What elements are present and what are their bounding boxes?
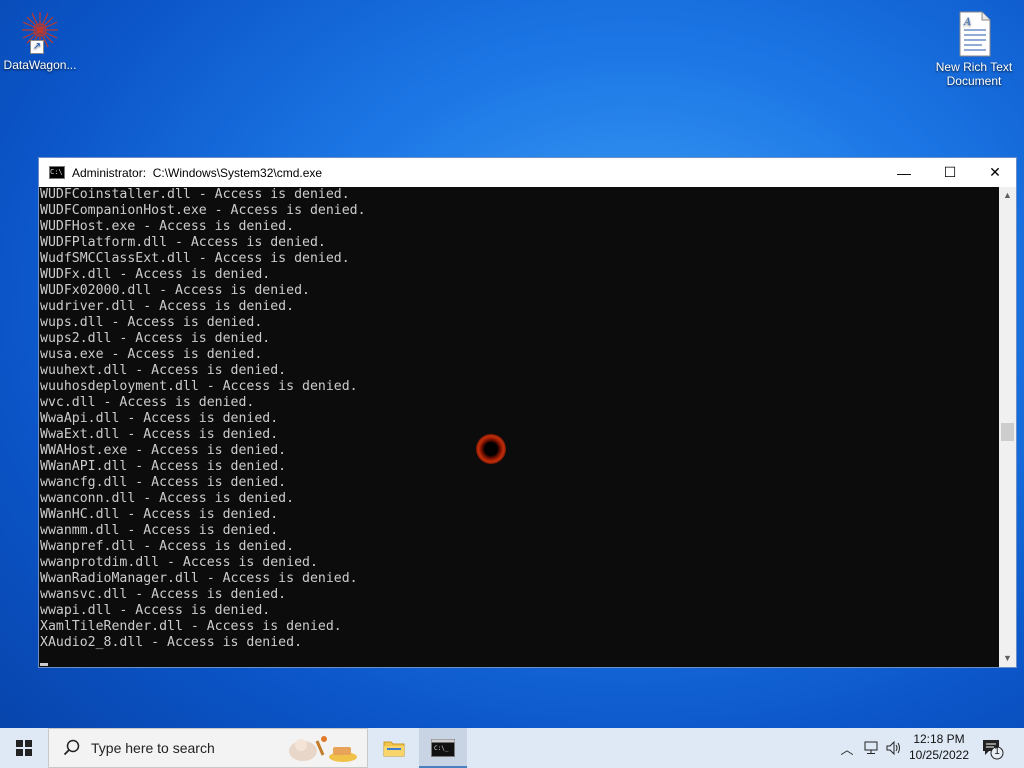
rich-text-document-icon: A bbox=[954, 10, 994, 58]
console-line: wups.dll - Access is denied. bbox=[40, 315, 263, 330]
svg-text:C:\_: C:\_ bbox=[434, 745, 449, 752]
datawagon-icon: ↗ bbox=[16, 8, 64, 56]
taskbar-cmd-button[interactable]: C:\_ bbox=[419, 728, 467, 768]
console-line: WUDFHost.exe - Access is denied. bbox=[40, 219, 295, 234]
console-line: WUDFx.dll - Access is denied. bbox=[40, 267, 271, 282]
console-line: WWanHC.dll - Access is denied. bbox=[40, 507, 279, 522]
shortcut-arrow-icon: ↗ bbox=[30, 40, 44, 54]
console-output[interactable]: WUDFCoinstaller.dll - Access is denied. W… bbox=[39, 187, 999, 667]
maximize-icon: ☐ bbox=[943, 164, 957, 180]
vertical-scrollbar[interactable]: ▲ ▼ bbox=[999, 187, 1016, 667]
console-line: wwancfg.dll - Access is denied. bbox=[40, 475, 287, 490]
maximize-button[interactable]: ☐ bbox=[927, 158, 973, 187]
red-eye-cursor-icon bbox=[476, 434, 506, 464]
console-line: WUDFCompanionHost.exe - Access is denied… bbox=[40, 203, 366, 218]
desktop-icon-datawagon[interactable]: ↗ DataWagon... bbox=[0, 8, 80, 72]
console-line: wvc.dll - Access is denied. bbox=[40, 395, 255, 410]
cmd-icon: C:\_ bbox=[431, 739, 455, 757]
close-button[interactable]: ✕ bbox=[972, 158, 1018, 187]
clock-date: 10/25/2022 bbox=[908, 748, 970, 762]
clock-time: 12:18 PM bbox=[913, 732, 965, 746]
start-button[interactable] bbox=[0, 728, 48, 768]
console-line: WUDFPlatform.dll - Access is denied. bbox=[40, 235, 326, 250]
search-highlight-icon bbox=[289, 736, 357, 762]
close-icon: ✕ bbox=[989, 164, 1001, 180]
desktop-icon-new-rich-text-document[interactable]: A New Rich Text Document bbox=[934, 10, 1014, 88]
text-cursor bbox=[40, 663, 48, 666]
console-line: wwapi.dll - Access is denied. bbox=[40, 603, 271, 618]
windows-logo-icon bbox=[16, 740, 32, 756]
console-line: XamlTileRender.dll - Access is denied. bbox=[40, 619, 342, 634]
console-line: XAudio2_8.dll - Access is denied. bbox=[40, 635, 303, 650]
chevron-up-icon: ︿ bbox=[840, 741, 854, 757]
cmd-window[interactable]: C:\ Administrator: C:\Windows\System32\c… bbox=[38, 157, 1017, 668]
search-icon bbox=[63, 739, 80, 756]
network-icon bbox=[864, 741, 878, 754]
desktop-icon-label: New Rich Text Document bbox=[935, 60, 1013, 88]
minimize-button[interactable]: — bbox=[881, 158, 927, 187]
speaker-icon bbox=[886, 741, 900, 755]
console-line: WwanRadioManager.dll - Access is denied. bbox=[40, 571, 358, 586]
console-line: WWanAPI.dll - Access is denied. bbox=[40, 459, 287, 474]
file-explorer-button[interactable] bbox=[370, 728, 418, 768]
search-placeholder: Type here to search bbox=[91, 740, 215, 756]
minimize-icon: — bbox=[897, 164, 911, 181]
volume-button[interactable] bbox=[884, 728, 904, 768]
search-box[interactable]: Type here to search bbox=[48, 728, 368, 768]
action-center-button[interactable]: 1 bbox=[980, 736, 1004, 760]
console-line: WWAHost.exe - Access is denied. bbox=[40, 443, 287, 458]
console-line: WwaApi.dll - Access is denied. bbox=[40, 411, 279, 426]
console-line: wwanmm.dll - Access is denied. bbox=[40, 523, 279, 538]
console-line: wwansvc.dll - Access is denied. bbox=[40, 587, 287, 602]
console-line: wuuhext.dll - Access is denied. bbox=[40, 363, 287, 378]
folder-icon bbox=[383, 741, 405, 757]
window-titlebar[interactable]: C:\ Administrator: C:\Windows\System32\c… bbox=[39, 158, 1016, 187]
clock[interactable]: 12:18 PM 10/25/2022 bbox=[904, 731, 974, 763]
scrollbar-thumb[interactable] bbox=[1001, 423, 1014, 441]
console-line: wudriver.dll - Access is denied. bbox=[40, 299, 295, 314]
cmd-icon: C:\ bbox=[49, 166, 65, 179]
desktop-icon-label: DataWagon... bbox=[3, 58, 77, 72]
notification-count: 1 bbox=[994, 746, 1000, 757]
console-line: Wwanpref.dll - Access is denied. bbox=[40, 539, 295, 554]
console-line: WUDFCoinstaller.dll - Access is denied. bbox=[40, 187, 350, 202]
scroll-up-icon[interactable]: ▲ bbox=[999, 187, 1016, 204]
console-line: wwanprotdim.dll - Access is denied. bbox=[40, 555, 318, 570]
show-hidden-icons-button[interactable]: ︿ bbox=[838, 728, 856, 768]
console-line: WudfSMCClassExt.dll - Access is denied. bbox=[40, 251, 350, 266]
taskbar: Type here to search C:\_ ︿ 12:18 PM 10/2… bbox=[0, 728, 1024, 768]
svg-text:A: A bbox=[963, 17, 971, 28]
scroll-down-icon[interactable]: ▼ bbox=[999, 650, 1016, 667]
console-line: WUDFx02000.dll - Access is denied. bbox=[40, 283, 310, 298]
console-line: wwanconn.dll - Access is denied. bbox=[40, 491, 295, 506]
network-button[interactable] bbox=[860, 728, 882, 768]
console-line: wups2.dll - Access is denied. bbox=[40, 331, 271, 346]
window-title: Administrator: C:\Windows\System32\cmd.e… bbox=[72, 165, 323, 180]
console-line: wusa.exe - Access is denied. bbox=[40, 347, 263, 362]
console-line: wuuhosdeployment.dll - Access is denied. bbox=[40, 379, 358, 394]
console-line: WwaExt.dll - Access is denied. bbox=[40, 427, 279, 442]
